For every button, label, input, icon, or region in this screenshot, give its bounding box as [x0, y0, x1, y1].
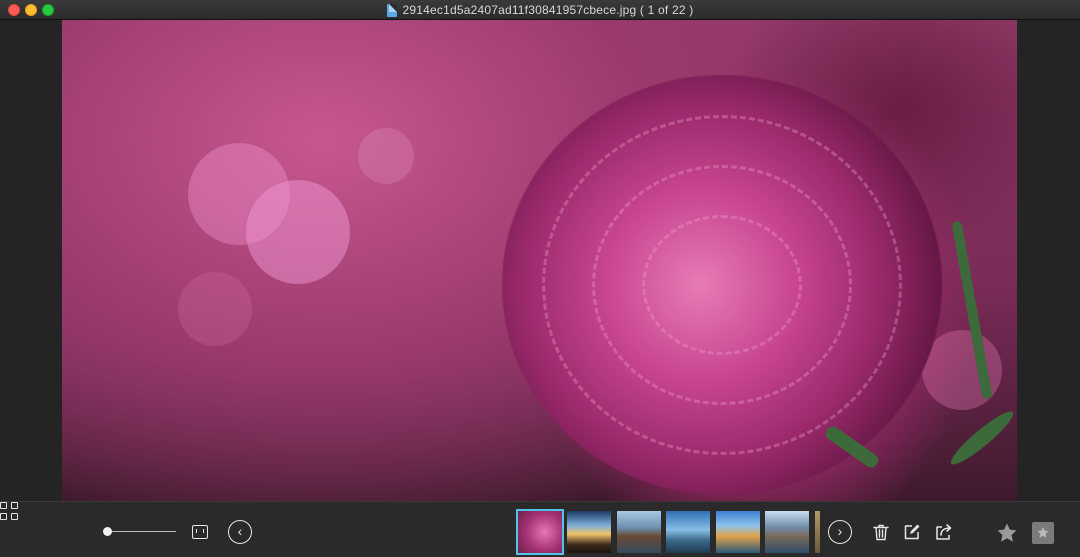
flower-petals: [642, 215, 802, 355]
chevron-right-icon: ›: [837, 523, 843, 539]
main-image[interactable]: [62, 20, 1017, 501]
bokeh-circle: [922, 330, 1002, 410]
window-title: 2914ec1d5a2407ad11f30841957cbece.jpg ( 1…: [0, 0, 1080, 20]
thumbnail-7[interactable]: [815, 511, 820, 553]
thumbnail-1[interactable]: [516, 509, 564, 555]
chevron-left-icon: ‹: [237, 523, 243, 539]
fit-to-window-icon[interactable]: [192, 525, 208, 539]
edit-icon[interactable]: [903, 524, 920, 541]
thumbnail-5[interactable]: [716, 511, 760, 553]
window-title-text: 2914ec1d5a2407ad11f30841957cbece.jpg ( 1…: [402, 3, 694, 17]
document-icon: [386, 3, 397, 17]
thumbnail-2[interactable]: [567, 511, 611, 553]
bokeh-circle: [246, 180, 350, 284]
thumbnail-3[interactable]: [617, 511, 661, 553]
grid-view-icon[interactable]: [0, 502, 18, 520]
trash-icon[interactable]: [873, 524, 889, 541]
share-icon[interactable]: [935, 523, 953, 541]
thumbnail-4[interactable]: [666, 511, 710, 553]
star-box-icon[interactable]: [1032, 522, 1054, 544]
bokeh-circle: [178, 272, 252, 346]
bokeh-circle: [358, 128, 414, 184]
zoom-slider[interactable]: [106, 531, 176, 532]
zoom-slider-knob[interactable]: [103, 527, 112, 536]
thumbnail-6[interactable]: [765, 511, 809, 553]
bottom-toolbar: ‹ ›: [0, 501, 1080, 557]
previous-image-button[interactable]: ‹: [228, 520, 252, 544]
star-icon: [1037, 527, 1049, 538]
star-icon[interactable]: [996, 522, 1018, 544]
image-viewer[interactable]: [0, 20, 1080, 501]
thumbnail-strip[interactable]: [516, 509, 820, 555]
next-image-button[interactable]: ›: [828, 520, 852, 544]
title-bar: 2914ec1d5a2407ad11f30841957cbece.jpg ( 1…: [0, 0, 1080, 20]
leaf: [946, 406, 1017, 470]
